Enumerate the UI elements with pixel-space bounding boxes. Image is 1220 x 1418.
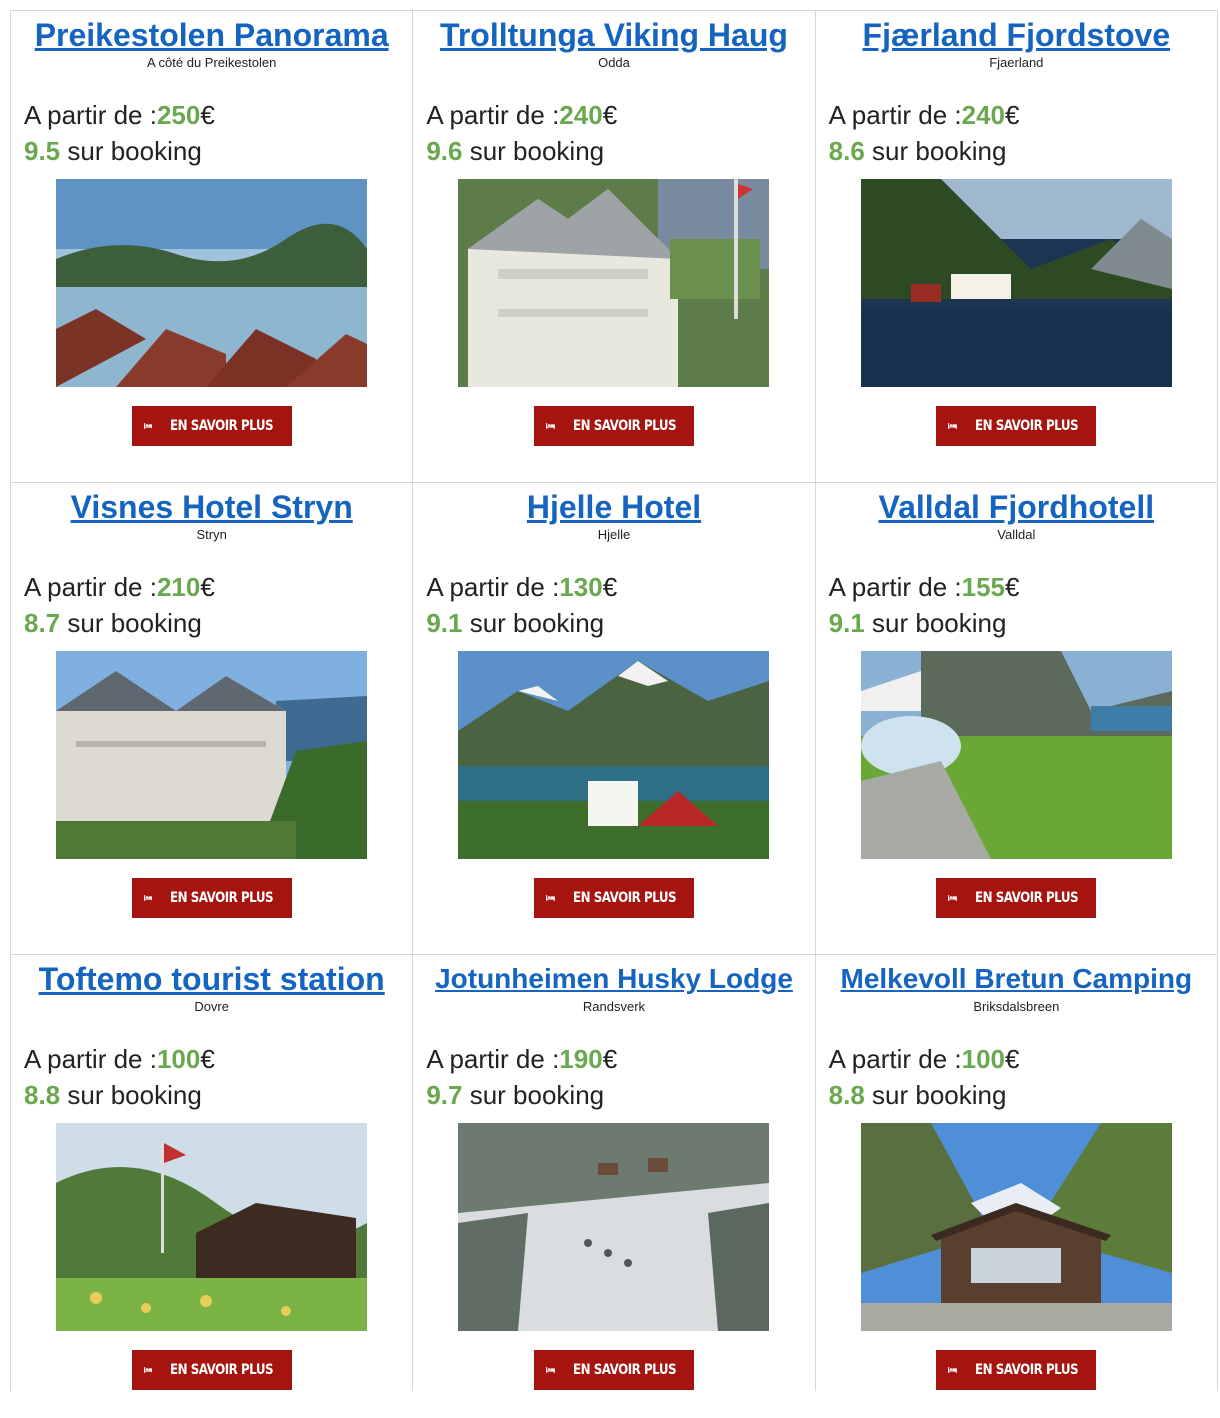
hotel-card: Fjærland Fjordstove Fjaerland A partir d… xyxy=(814,11,1218,482)
bed-icon xyxy=(545,423,555,429)
hotel-photo xyxy=(458,1123,770,1331)
hotel-name-link[interactable]: Hjelle Hotel xyxy=(413,489,814,525)
hotel-price: A partir de :210€ xyxy=(24,572,215,602)
hotel-photo xyxy=(56,179,368,387)
hotel-price: A partir de :100€ xyxy=(24,1044,215,1074)
hotel-rating: 9.7 sur booking xyxy=(426,1080,605,1110)
hotel-price: A partir de :130€ xyxy=(426,572,618,602)
hotel-location: Dovre xyxy=(194,999,229,1014)
hotel-rating: 8.8 sur booking xyxy=(828,1080,1007,1110)
hotel-card: Toftemo tourist station Dovre A partir d… xyxy=(10,955,412,1391)
more-info-button[interactable]: EN SAVOIR PLUS xyxy=(936,878,1097,918)
hotel-rating: 9.6 sur booking xyxy=(426,136,605,166)
bed-icon xyxy=(545,895,555,901)
hotel-card: Preikestolen Panorama A côté du Preikest… xyxy=(10,11,412,482)
hotel-location: Briksdalsbreen xyxy=(973,999,1060,1014)
more-info-button[interactable]: EN SAVOIR PLUS xyxy=(533,406,694,446)
more-info-button[interactable]: EN SAVOIR PLUS xyxy=(533,1350,694,1390)
hotel-card: Jotunheimen Husky Lodge Randsverk A part… xyxy=(412,955,814,1391)
hotel-rating: 8.7 sur booking xyxy=(24,608,202,638)
more-info-button[interactable]: EN SAVOIR PLUS xyxy=(131,1350,292,1390)
hotel-name-link[interactable]: Preikestolen Panorama xyxy=(11,17,412,53)
hotel-name-link[interactable]: Fjærland Fjordstove xyxy=(816,17,1217,53)
hotel-row: Visnes Hotel Stryn Stryn A partir de :21… xyxy=(10,483,1218,955)
hotel-card: Hjelle Hotel Hjelle A partir de :130€ 9.… xyxy=(412,483,814,954)
bed-icon xyxy=(948,1367,958,1373)
hotel-location: Randsverk xyxy=(582,999,646,1014)
hotel-name-link[interactable]: Valldal Fjordhotell xyxy=(816,489,1217,525)
hotel-rating: 9.1 sur booking xyxy=(828,608,1007,638)
hotel-price: A partir de :240€ xyxy=(426,100,618,130)
bed-icon xyxy=(143,1367,153,1373)
hotel-grid: Preikestolen Panorama A côté du Preikest… xyxy=(10,10,1218,1391)
hotel-photo xyxy=(860,179,1172,387)
hotel-rating: 9.1 sur booking xyxy=(426,608,605,638)
hotel-rating: 8.8 sur booking xyxy=(24,1080,202,1110)
hotel-card: Melkevoll Bretun Camping Briksdalsbreen … xyxy=(814,955,1218,1391)
bed-icon xyxy=(143,895,153,901)
hotel-photo xyxy=(458,179,770,387)
more-info-button[interactable]: EN SAVOIR PLUS xyxy=(936,1350,1097,1390)
hotel-row: Preikestolen Panorama A côté du Preikest… xyxy=(10,11,1218,483)
hotel-price: A partir de :190€ xyxy=(426,1044,618,1074)
hotel-photo xyxy=(458,651,770,859)
hotel-name-link[interactable]: Melkevoll Bretun Camping xyxy=(816,961,1217,997)
hotel-name-link[interactable]: Jotunheimen Husky Lodge xyxy=(413,961,814,997)
bed-icon xyxy=(948,423,958,429)
more-info-button[interactable]: EN SAVOIR PLUS xyxy=(936,406,1097,446)
more-info-button[interactable]: EN SAVOIR PLUS xyxy=(131,878,292,918)
hotel-photo xyxy=(860,1123,1172,1331)
bed-icon xyxy=(545,1367,555,1373)
hotel-rating: 9.5 sur booking xyxy=(24,136,202,166)
hotel-photo xyxy=(860,651,1172,859)
hotel-location: Stryn xyxy=(196,527,227,542)
hotel-card: Trolltunga Viking Haug Odda A partir de … xyxy=(412,11,814,482)
hotel-price: A partir de :240€ xyxy=(828,100,1020,130)
more-info-button[interactable]: EN SAVOIR PLUS xyxy=(131,406,292,446)
hotel-name-link[interactable]: Visnes Hotel Stryn xyxy=(11,489,412,525)
hotel-row: Toftemo tourist station Dovre A partir d… xyxy=(10,955,1218,1391)
hotel-card: Visnes Hotel Stryn Stryn A partir de :21… xyxy=(10,483,412,954)
hotel-location: Odda xyxy=(598,55,630,70)
hotel-price: A partir de :100€ xyxy=(828,1044,1020,1074)
hotel-location: Hjelle xyxy=(597,527,631,542)
bed-icon xyxy=(948,895,958,901)
hotel-name-link[interactable]: Toftemo tourist station xyxy=(11,961,412,997)
hotel-photo xyxy=(56,651,368,859)
hotel-photo xyxy=(56,1123,368,1331)
bed-icon xyxy=(143,423,153,429)
hotel-price: A partir de :250€ xyxy=(24,100,215,130)
hotel-rating: 8.6 sur booking xyxy=(828,136,1007,166)
hotel-card: Valldal Fjordhotell Valldal A partir de … xyxy=(814,483,1218,954)
hotel-location: Fjaerland xyxy=(989,55,1044,70)
hotel-location: Valldal xyxy=(997,527,1036,542)
more-info-button[interactable]: EN SAVOIR PLUS xyxy=(533,878,694,918)
hotel-location: A côté du Preikestolen xyxy=(146,55,277,70)
hotel-price: A partir de :155€ xyxy=(828,572,1020,602)
hotel-name-link[interactable]: Trolltunga Viking Haug xyxy=(413,17,814,53)
